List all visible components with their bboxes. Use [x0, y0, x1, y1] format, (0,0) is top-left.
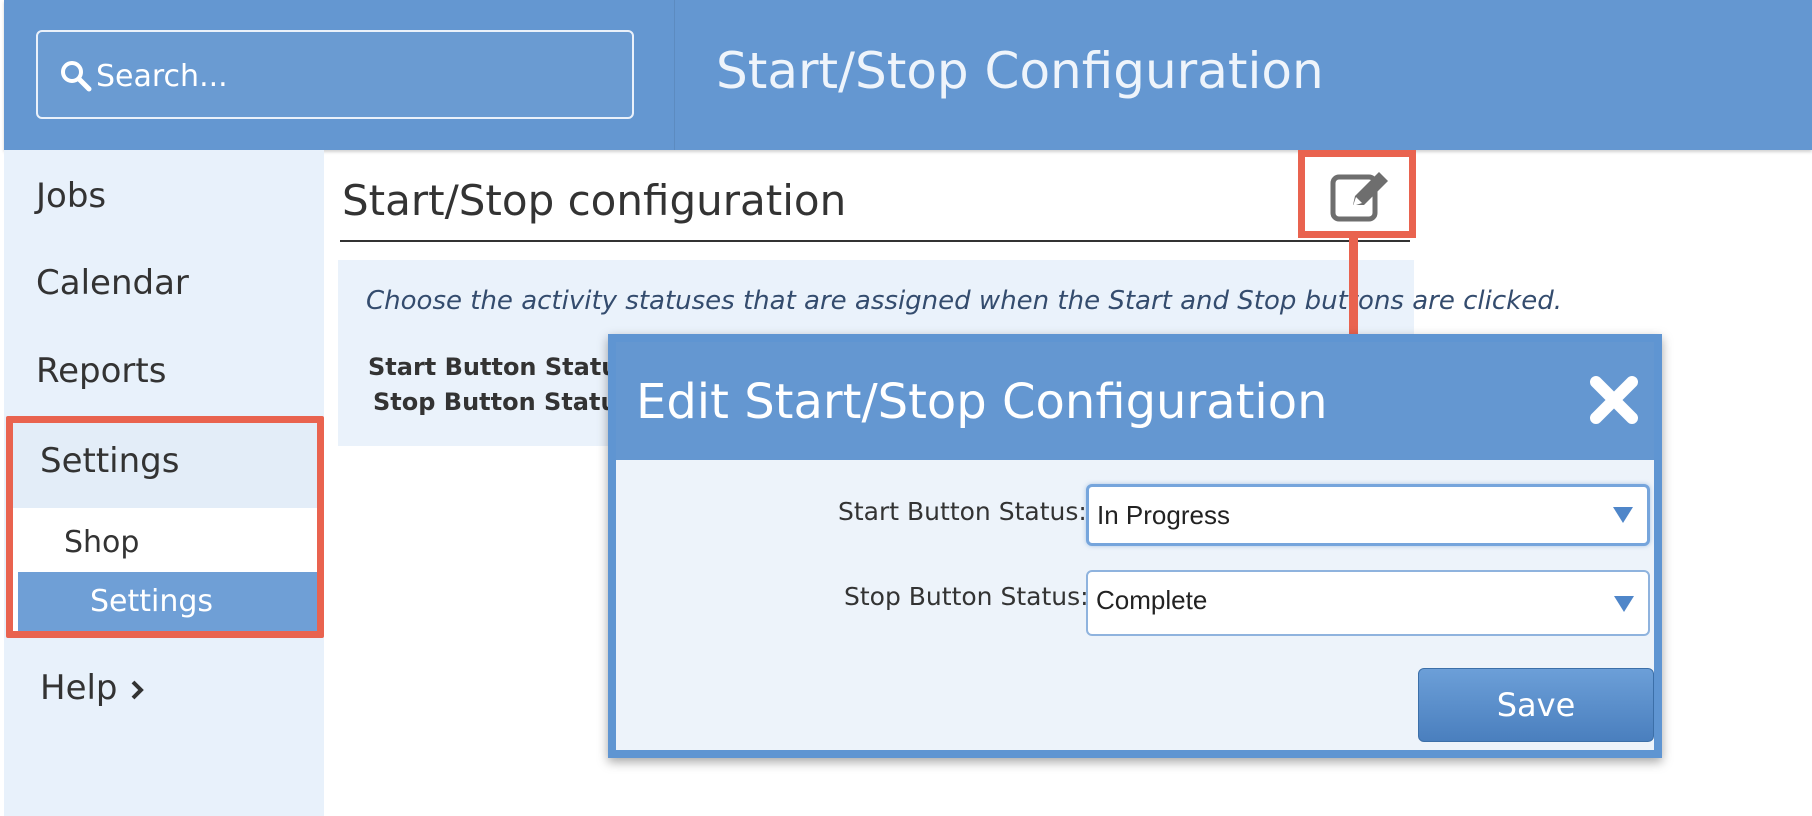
- stop-button-status-label: Stop Button Status:: [844, 582, 1089, 611]
- close-icon[interactable]: [1584, 370, 1644, 430]
- modal-title: Edit Start/Stop Configuration: [636, 374, 1328, 430]
- search-box[interactable]: [36, 30, 634, 119]
- stop-status-select[interactable]: Complete: [1086, 570, 1650, 636]
- sidebar-item-help[interactable]: Help: [40, 668, 146, 708]
- edit-icon: [1330, 172, 1388, 222]
- stop-status-value: Complete: [1096, 585, 1208, 615]
- chevron-right-icon: [131, 680, 144, 699]
- chevron-down-icon: [1614, 596, 1634, 612]
- start-button-status-label: Start Button Status:: [838, 497, 1087, 526]
- title-divider: [340, 240, 1410, 242]
- save-button[interactable]: Save: [1418, 668, 1654, 742]
- search-icon: [61, 61, 92, 92]
- chevron-down-icon: [1613, 507, 1633, 523]
- sidebar-item-reports[interactable]: Reports: [36, 351, 166, 391]
- search-input[interactable]: [96, 50, 596, 102]
- settings-highlight-box: [6, 416, 324, 638]
- stop-status-label: Stop Button Status:: [373, 388, 642, 416]
- start-status-select[interactable]: In Progress: [1086, 484, 1650, 546]
- sidebar-item-jobs[interactable]: Jobs: [36, 176, 106, 216]
- section-title: Start/Stop configuration: [342, 176, 847, 225]
- top-header: Start/Stop Configuration: [4, 0, 1812, 150]
- sidebar-item-calendar[interactable]: Calendar: [36, 263, 189, 303]
- modal-header: Edit Start/Stop Configuration: [616, 342, 1654, 460]
- edit-config-modal: Edit Start/Stop Configuration Start Butt…: [608, 334, 1662, 758]
- header-divider: [674, 0, 675, 150]
- start-status-value: In Progress: [1097, 500, 1230, 530]
- start-status-label: Start Button Status:: [368, 353, 643, 381]
- edit-button[interactable]: [1298, 150, 1416, 238]
- page-title: Start/Stop Configuration: [716, 42, 1324, 100]
- config-description: Choose the activity statuses that are as…: [366, 286, 1562, 316]
- sidebar-item-label: Help: [40, 668, 118, 708]
